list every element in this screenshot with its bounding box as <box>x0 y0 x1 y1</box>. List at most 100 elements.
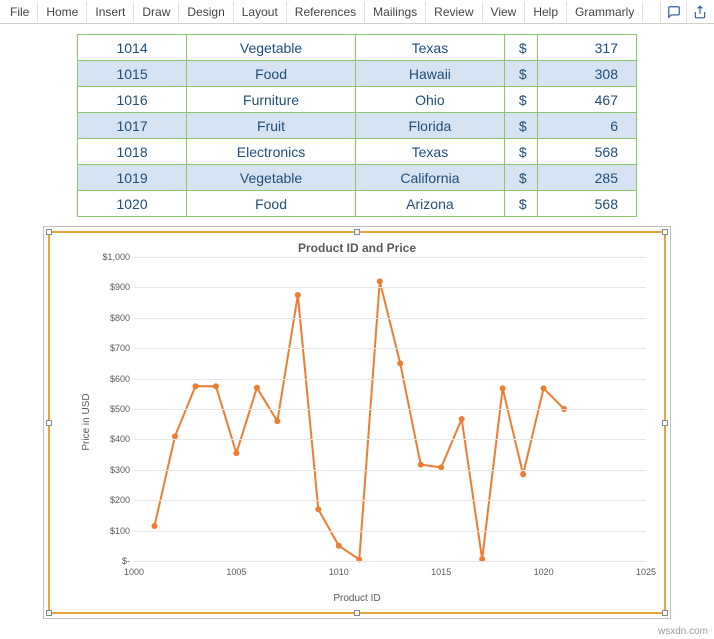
ribbon-tab-review[interactable]: Review <box>426 2 482 22</box>
cell-currency: $ <box>504 165 537 191</box>
chart-grid: $-$100$200$300$400$500$600$700$800$900$1… <box>134 257 646 561</box>
cell-currency: $ <box>504 87 537 113</box>
table-row: 1020FoodArizona$568 <box>78 191 637 217</box>
cell-state: Ohio <box>355 87 504 113</box>
cell-value: 308 <box>537 61 636 87</box>
gridline <box>134 531 646 532</box>
cell-value: 467 <box>537 87 636 113</box>
table-row: 1017FruitFlorida$6 <box>78 113 637 139</box>
gridline <box>134 287 646 288</box>
cell-id: 1015 <box>78 61 187 87</box>
cell-value: 6 <box>537 113 636 139</box>
x-tick-label: 1000 <box>124 567 144 577</box>
table-row: 1016FurnitureOhio$467 <box>78 87 637 113</box>
resize-handle-nw[interactable] <box>46 229 52 235</box>
gridline <box>134 409 646 410</box>
cell-category: Furniture <box>187 87 356 113</box>
cell-state: Texas <box>355 35 504 61</box>
y-tick-label: $500 <box>110 404 130 414</box>
y-axis-label: Price in USD <box>81 393 92 450</box>
comments-button[interactable] <box>660 2 686 22</box>
document-page: 1014VegetableTexas$3171015FoodHawaii$308… <box>0 24 714 639</box>
cell-id: 1019 <box>78 165 187 191</box>
cell-state: Hawaii <box>355 61 504 87</box>
y-tick-label: $600 <box>110 374 130 384</box>
x-tick-label: 1010 <box>329 567 349 577</box>
gridline <box>134 500 646 501</box>
gridline <box>134 379 646 380</box>
y-tick-label: $900 <box>110 282 130 292</box>
chart-object[interactable]: Product ID and Price Price in USD $-$100… <box>48 231 666 614</box>
y-tick-label: $200 <box>110 495 130 505</box>
cell-category: Fruit <box>187 113 356 139</box>
x-tick-label: 1005 <box>226 567 246 577</box>
cell-category: Vegetable <box>187 35 356 61</box>
cell-state: Arizona <box>355 191 504 217</box>
table-row: 1014VegetableTexas$317 <box>78 35 637 61</box>
x-tick-label: 1015 <box>431 567 451 577</box>
y-tick-label: $400 <box>110 434 130 444</box>
cell-category: Food <box>187 191 356 217</box>
cell-category: Food <box>187 61 356 87</box>
x-axis-label: Product ID <box>54 593 660 608</box>
cell-state: Florida <box>355 113 504 139</box>
chart-plot-area: Price in USD $-$100$200$300$400$500$600$… <box>96 257 652 587</box>
ribbon: FileHomeInsertDrawDesignLayoutReferences… <box>0 0 714 24</box>
resize-handle-n[interactable] <box>354 229 360 235</box>
table-row: 1019VegetableCalifornia$285 <box>78 165 637 191</box>
resize-handle-sw[interactable] <box>46 610 52 616</box>
cell-category: Electronics <box>187 139 356 165</box>
chart-title: Product ID and Price <box>54 237 660 257</box>
y-tick-label: $100 <box>110 526 130 536</box>
cell-id: 1017 <box>78 113 187 139</box>
y-tick-label: $1,000 <box>102 252 130 262</box>
gridline <box>134 439 646 440</box>
ribbon-tab-view[interactable]: View <box>483 2 526 22</box>
cell-id: 1014 <box>78 35 187 61</box>
ribbon-tab-references[interactable]: References <box>287 2 365 22</box>
cell-value: 568 <box>537 191 636 217</box>
x-tick-label: 1020 <box>534 567 554 577</box>
table-row: 1015FoodHawaii$308 <box>78 61 637 87</box>
share-button[interactable] <box>686 2 712 22</box>
y-tick-label: $- <box>122 556 130 566</box>
gridline <box>134 318 646 319</box>
ribbon-tab-mailings[interactable]: Mailings <box>365 2 426 22</box>
ribbon-tab-file[interactable]: File <box>2 2 38 22</box>
y-tick-label: $700 <box>110 343 130 353</box>
gridline <box>134 470 646 471</box>
ribbon-tab-insert[interactable]: Insert <box>87 2 134 22</box>
data-table: 1014VegetableTexas$3171015FoodHawaii$308… <box>77 34 637 217</box>
resize-handle-ne[interactable] <box>662 229 668 235</box>
ribbon-tab-layout[interactable]: Layout <box>234 2 287 22</box>
gridline <box>134 257 646 258</box>
cell-value: 317 <box>537 35 636 61</box>
cell-id: 1018 <box>78 139 187 165</box>
cell-state: Texas <box>355 139 504 165</box>
resize-handle-s[interactable] <box>354 610 360 616</box>
ribbon-tab-design[interactable]: Design <box>179 2 233 22</box>
cell-state: California <box>355 165 504 191</box>
ribbon-tab-draw[interactable]: Draw <box>134 2 179 22</box>
cell-currency: $ <box>504 191 537 217</box>
y-tick-label: $800 <box>110 313 130 323</box>
ribbon-tab-help[interactable]: Help <box>525 2 567 22</box>
cell-currency: $ <box>504 139 537 165</box>
watermark: wsxdn.com <box>658 626 708 637</box>
resize-handle-se[interactable] <box>662 610 668 616</box>
x-tick-label: 1025 <box>636 567 656 577</box>
y-tick-label: $300 <box>110 465 130 475</box>
cell-currency: $ <box>504 113 537 139</box>
ribbon-tab-grammarly[interactable]: Grammarly <box>567 2 643 22</box>
resize-handle-e[interactable] <box>662 420 668 426</box>
ribbon-tab-home[interactable]: Home <box>38 2 87 22</box>
cell-currency: $ <box>504 35 537 61</box>
cell-value: 568 <box>537 139 636 165</box>
cell-id: 1016 <box>78 87 187 113</box>
gridline <box>134 348 646 349</box>
cell-category: Vegetable <box>187 165 356 191</box>
cell-value: 285 <box>537 165 636 191</box>
resize-handle-w[interactable] <box>46 420 52 426</box>
table-row: 1018ElectronicsTexas$568 <box>78 139 637 165</box>
cell-id: 1020 <box>78 191 187 217</box>
